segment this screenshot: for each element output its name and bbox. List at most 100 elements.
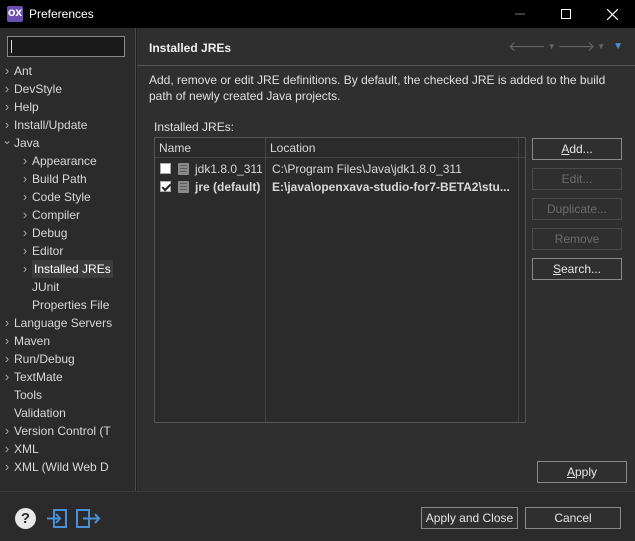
tree-item[interactable]: ⌄ Java [0, 134, 120, 152]
preference-page: Installed JREs 🡐 ▼ 🡒 ▼ ▼ Add, remove or … [137, 28, 635, 491]
jre-library-icon [178, 163, 189, 175]
add-button[interactable]: Add... [532, 138, 622, 160]
minimize-button[interactable] [497, 0, 543, 28]
title-bar: OX Preferences [0, 0, 635, 28]
column-header-name[interactable]: Name [155, 138, 265, 158]
import-icon[interactable] [45, 508, 71, 529]
tree-item-label: Install/Update [14, 118, 88, 132]
close-button[interactable] [589, 0, 635, 28]
chevron-down-icon[interactable]: ⌄ [2, 134, 12, 149]
tree-item[interactable]: › Appearance [0, 152, 120, 170]
filter-input[interactable] [7, 36, 125, 57]
forward-arrow-icon[interactable]: 🡒 [558, 38, 596, 55]
search-button[interactable]: Search... [532, 258, 622, 280]
chevron-right-icon[interactable]: › [20, 206, 30, 224]
chevron-right-icon[interactable]: › [2, 350, 12, 368]
tree-item-label: Version Control (T [14, 424, 111, 438]
tree-item-label: Help [14, 100, 39, 114]
tree-item-label: Maven [14, 334, 51, 348]
chevron-right-icon[interactable]: › [2, 368, 12, 386]
apply-and-close-button[interactable]: Apply and Close [421, 507, 518, 529]
default-jre-checkbox[interactable] [160, 163, 171, 174]
chevron-right-icon[interactable]: › [2, 332, 12, 350]
chevron-right-icon[interactable]: › [2, 458, 12, 476]
tree-item[interactable]: Tools [0, 386, 120, 404]
chevron-right-icon[interactable]: › [20, 242, 30, 260]
chevron-right-icon[interactable]: › [2, 62, 12, 80]
duplicate-button[interactable]: Duplicate... [532, 198, 622, 220]
edit-button[interactable]: Edit... [532, 168, 622, 190]
tree-item-label: TextMate [14, 370, 63, 384]
text-caret [11, 40, 12, 53]
tree-item[interactable]: › Install/Update [0, 116, 120, 134]
tree-item[interactable]: › Installed JREs [0, 260, 120, 278]
table-header: Name Location [155, 138, 525, 158]
dialog-button-bar: ? Apply and Close Cancel [0, 491, 635, 541]
default-jre-checkbox[interactable] [160, 181, 171, 192]
preferences-tree: › Ant › DevStyle › Help › Install/Update ⌄ Java › A… [0, 62, 120, 476]
help-icon[interactable]: ? [15, 508, 36, 529]
chevron-right-icon[interactable]: › [2, 116, 12, 134]
tree-item[interactable]: › Maven [0, 332, 120, 350]
jre-location: C:\Program Files\Java\jdk1.8.0_311 [272, 162, 462, 176]
tree-item[interactable]: › Language Servers [0, 314, 120, 332]
tree-item[interactable]: › TextMate [0, 368, 120, 386]
tree-item-label: Validation [14, 406, 66, 420]
tree-item-label: Language Servers [14, 316, 113, 330]
close-icon [606, 8, 618, 20]
tree-item[interactable]: › Compiler [0, 206, 120, 224]
column-header-location[interactable]: Location [266, 138, 516, 158]
remove-button[interactable]: Remove [532, 228, 622, 250]
tree-item[interactable]: › Build Path [0, 170, 120, 188]
tree-item-label: Ant [14, 64, 33, 78]
tree-item[interactable]: JUnit [0, 278, 120, 296]
maximize-button[interactable] [543, 0, 589, 28]
back-history-dropdown-icon[interactable]: ▼ [548, 42, 556, 51]
tree-item[interactable]: Properties File [0, 296, 120, 314]
tree-item-label: Installed JREs [32, 260, 113, 278]
tree-item-label: Editor [32, 244, 64, 258]
tree-item-label: Build Path [32, 172, 87, 186]
tree-item[interactable]: › Ant [0, 62, 120, 80]
chevron-right-icon[interactable]: › [2, 98, 12, 116]
minimize-icon [515, 13, 525, 15]
chevron-right-icon[interactable]: › [20, 152, 30, 170]
tree-item[interactable]: Validation [0, 404, 120, 422]
page-description: Add, remove or edit JRE definitions. By … [149, 73, 606, 103]
table-row[interactable]: jdk1.8.0_311 C:\Program Files\Java\jdk1.8… [155, 160, 525, 178]
chevron-right-icon[interactable]: › [2, 440, 12, 458]
window-controls [497, 0, 635, 28]
tree-item[interactable]: › Run/Debug [0, 350, 120, 368]
navigation-scrollbar[interactable] [121, 62, 135, 487]
chevron-right-icon[interactable]: › [20, 260, 30, 278]
forward-history-dropdown-icon[interactable]: ▼ [597, 42, 605, 51]
app-logo-icon: OX [7, 6, 23, 22]
chevron-right-icon[interactable]: › [2, 80, 12, 98]
chevron-right-icon[interactable]: › [20, 224, 30, 242]
export-icon[interactable] [75, 508, 101, 529]
view-menu-icon[interactable]: ▼ [613, 41, 623, 52]
tree-item[interactable]: › XML (Wild Web D [0, 458, 120, 476]
title-separator [137, 65, 635, 66]
window-title: Preferences [29, 7, 94, 21]
tree-item[interactable]: › XML [0, 440, 120, 458]
tree-item[interactable]: › Editor [0, 242, 120, 260]
table-row[interactable]: jre (default) E:\java\openxava-studio-for… [155, 178, 525, 196]
cancel-button[interactable]: Cancel [525, 507, 621, 529]
chevron-right-icon[interactable]: › [2, 314, 12, 332]
chevron-right-icon[interactable]: › [20, 188, 30, 206]
back-arrow-icon[interactable]: 🡐 [508, 38, 546, 55]
tree-item-label: XML (Wild Web D [14, 460, 109, 474]
tree-item[interactable]: › Help [0, 98, 120, 116]
chevron-right-icon[interactable]: › [2, 422, 12, 440]
tree-item[interactable]: › Code Style [0, 188, 120, 206]
tree-item[interactable]: › DevStyle [0, 80, 120, 98]
apply-button[interactable]: Apply [537, 461, 627, 483]
tree-item[interactable]: › Debug [0, 224, 120, 242]
tree-item[interactable]: › Version Control (T [0, 422, 120, 440]
jre-name: jre (default) [195, 180, 261, 194]
chevron-right-icon[interactable]: › [20, 170, 30, 188]
tree-item-label: Tools [14, 388, 43, 402]
tree-item-label: XML [14, 442, 39, 456]
maximize-icon [561, 9, 571, 19]
